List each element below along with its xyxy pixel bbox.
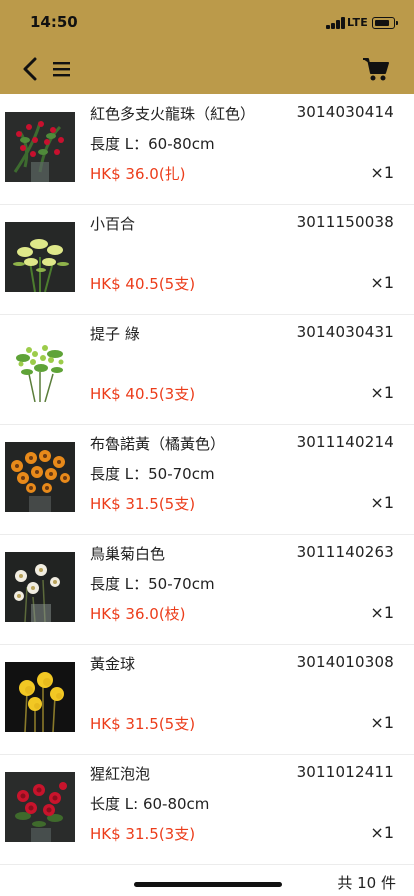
product-length: 长度 L: 60-80cm	[90, 795, 210, 813]
cart-item-list: 紅色多支火龍珠（紅色） 3014030414 長度 L：60-80cm HK$ …	[0, 95, 414, 865]
network-label: LTE	[347, 16, 369, 29]
product-code: 3011150038	[296, 213, 394, 231]
product-length: 長度 L：50-70cm	[90, 465, 215, 483]
product-code: 3011012411	[296, 763, 394, 781]
cart-item[interactable]: 紅色多支火龍珠（紅色） 3014030414 長度 L：60-80cm HK$ …	[0, 95, 414, 205]
product-quantity: ×1	[370, 493, 394, 512]
cart-item[interactable]: 布魯諾黃（橘黃色） 3011140214 長度 L：50-70cm HK$ 31…	[0, 425, 414, 535]
product-length: 長度 L：60-80cm	[90, 135, 215, 153]
cart-item[interactable]: 小百合 3011150038 HK$ 40.5(5支) ×1	[0, 205, 414, 315]
cart-item[interactable]: 黃金球 3014010308 HK$ 31.5(5支) ×1	[0, 645, 414, 755]
status-bar: 14:50 LTE	[0, 0, 414, 44]
cart-item[interactable]: 鳥巢菊白色 3011140263 長度 L：50-70cm HK$ 36.0(枝…	[0, 535, 414, 645]
product-price: HK$ 36.0(扎)	[90, 165, 186, 183]
product-image	[5, 332, 75, 402]
status-time: 14:50	[30, 13, 78, 31]
total-count: 共 10 件	[337, 874, 396, 892]
product-name: 紅色多支火龍珠（紅色）	[90, 105, 256, 123]
product-quantity: ×1	[370, 383, 394, 402]
product-code: 3011140214	[296, 433, 394, 451]
product-image	[5, 442, 75, 512]
product-name: 布魯諾黃（橘黃色）	[90, 435, 226, 453]
product-price: HK$ 40.5(5支)	[90, 275, 196, 293]
cart-item[interactable]: 猩紅泡泡 3011012411 长度 L: 60-80cm HK$ 31.5(3…	[0, 755, 414, 865]
product-quantity: ×1	[370, 163, 394, 182]
product-name: 小百合	[90, 215, 136, 233]
product-name: 猩紅泡泡	[90, 765, 151, 783]
product-price: HK$ 31.5(3支)	[90, 825, 196, 843]
home-indicator	[134, 882, 282, 887]
battery-icon	[372, 17, 398, 29]
product-price: HK$ 31.5(5支)	[90, 495, 196, 513]
product-image	[5, 772, 75, 842]
cart-item[interactable]: 提子 綠 3014030431 HK$ 40.5(3支) ×1	[0, 315, 414, 425]
product-price: HK$ 36.0(枝)	[90, 605, 186, 623]
product-image	[5, 552, 75, 622]
back-icon[interactable]	[20, 57, 42, 81]
product-price: HK$ 31.5(5支)	[90, 715, 196, 733]
nav-bar	[0, 44, 414, 94]
product-code: 3014030414	[296, 103, 394, 121]
product-quantity: ×1	[370, 603, 394, 622]
product-price: HK$ 40.5(3支)	[90, 385, 196, 403]
product-name: 提子 綠	[90, 325, 140, 343]
product-quantity: ×1	[370, 273, 394, 292]
product-code: 3014030431	[296, 323, 394, 341]
product-code: 3011140263	[296, 543, 394, 561]
product-code: 3014010308	[296, 653, 394, 671]
hamburger-menu-icon[interactable]	[53, 60, 71, 78]
signal-icon	[326, 17, 346, 29]
product-length: 長度 L：50-70cm	[90, 575, 215, 593]
product-quantity: ×1	[370, 823, 394, 842]
product-image	[5, 222, 75, 292]
product-name: 鳥巢菊白色	[90, 545, 166, 563]
product-quantity: ×1	[370, 713, 394, 732]
product-image	[5, 112, 75, 182]
product-name: 黃金球	[90, 655, 136, 673]
product-image	[5, 662, 75, 732]
shopping-cart-icon[interactable]	[362, 57, 390, 83]
